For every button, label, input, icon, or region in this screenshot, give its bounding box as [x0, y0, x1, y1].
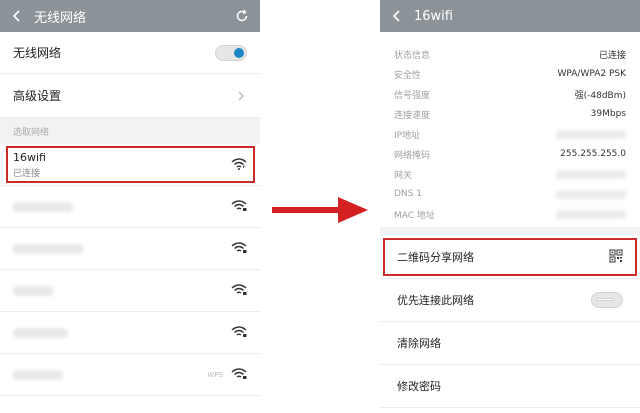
- wps-badge: WPS: [207, 370, 223, 379]
- detail-row: 信号强度 强(-48dBm): [380, 84, 640, 104]
- connected-network-highlight: [6, 146, 255, 183]
- priority-connect-label: 优先连接此网络: [397, 294, 474, 307]
- detail-row: IP地址: [380, 124, 640, 144]
- detail-key: 信号强度: [394, 90, 431, 101]
- qr-share-highlight: [383, 238, 637, 276]
- toggle-knob: [234, 47, 244, 58]
- wifi-toggle[interactable]: [215, 44, 247, 61]
- detail-value-blurred: [556, 129, 626, 139]
- detail-key: 网络掩码: [394, 150, 431, 161]
- wifi-toggle-row[interactable]: 无线网络: [0, 32, 260, 74]
- detail-value-blurred: [556, 169, 626, 179]
- network-item-hidden-5[interactable]: WPS: [0, 354, 260, 396]
- wifi-list-header: 无线网络: [0, 0, 260, 32]
- wifi-lock-icon: [231, 323, 247, 342]
- back-icon[interactable]: [10, 9, 24, 23]
- wifi-toggle-label: 无线网络: [13, 46, 62, 60]
- network-ssid-blurred: [13, 327, 68, 338]
- detail-value: WPA/WPA2 PSK: [557, 69, 626, 79]
- detail-key: MAC 地址: [394, 210, 435, 221]
- priority-connect-row[interactable]: 优先连接此网络: [380, 279, 640, 322]
- detail-key: 连接速度: [394, 110, 431, 121]
- arrow-right-icon: [272, 197, 368, 223]
- detail-key: 状态信息: [394, 50, 431, 61]
- detail-value: 已连接: [598, 50, 626, 61]
- network-item-hidden-1[interactable]: [0, 186, 260, 228]
- refresh-icon[interactable]: [234, 8, 250, 24]
- page-title: 无线网络: [34, 10, 87, 26]
- forget-network-row[interactable]: 清除网络: [380, 322, 640, 365]
- detail-value-blurred: [556, 209, 626, 219]
- detail-value: 255.255.255.0: [560, 149, 626, 159]
- network-ssid-blurred: [13, 201, 73, 212]
- advanced-settings-row[interactable]: 高级设置: [0, 74, 260, 118]
- detail-value: 强(-48dBm): [574, 90, 626, 101]
- wifi-list-screen: 无线网络 无线网络 高级设置 选取网络 16wifi 已连接 WPS: [0, 0, 260, 413]
- priority-toggle[interactable]: [591, 292, 623, 308]
- advanced-settings-label: 高级设置: [13, 89, 62, 103]
- network-ssid-blurred: [13, 369, 63, 380]
- section-header: 选取网络: [0, 118, 260, 144]
- detail-row: DNS 1: [380, 184, 640, 204]
- wifi-lock-icon: [231, 365, 247, 384]
- wifi-lock-icon: [231, 281, 247, 300]
- network-ssid-blurred: [13, 285, 53, 296]
- network-item-hidden-3[interactable]: [0, 270, 260, 312]
- wifi-lock-icon: [231, 239, 247, 258]
- detail-key: DNS 1: [394, 189, 422, 199]
- network-item-hidden-4[interactable]: [0, 312, 260, 354]
- detail-row: 状态信息 已连接: [380, 44, 640, 64]
- change-password-label: 修改密码: [397, 380, 441, 393]
- back-icon[interactable]: [390, 9, 404, 23]
- toggle-knob: [596, 298, 614, 301]
- section-divider: [380, 227, 640, 236]
- detail-row: 连接速度 39Mbps: [380, 104, 640, 124]
- wifi-lock-icon: [231, 197, 247, 216]
- chevron-right-icon: [237, 91, 247, 101]
- detail-value-blurred: [556, 189, 626, 199]
- change-password-row[interactable]: 修改密码: [380, 365, 640, 408]
- network-item-hidden-2[interactable]: [0, 228, 260, 270]
- network-detail-header: 16wifi: [380, 0, 640, 32]
- detail-row: 网关: [380, 164, 640, 184]
- page-title: 16wifi: [414, 8, 453, 24]
- detail-row: MAC 地址: [380, 204, 640, 224]
- detail-key: 安全性: [394, 70, 422, 81]
- detail-key: IP地址: [394, 130, 421, 141]
- network-ssid-blurred: [13, 243, 83, 254]
- forget-network-label: 清除网络: [397, 337, 441, 350]
- section-label: 选取网络: [13, 127, 50, 138]
- detail-row: 安全性 WPA/WPA2 PSK: [380, 64, 640, 84]
- network-detail-screen: 16wifi 状态信息 已连接 安全性 WPA/WPA2 PSK 信号强度 强(…: [380, 0, 640, 413]
- detail-value: 39Mbps: [590, 109, 626, 119]
- detail-key: 网关: [394, 170, 413, 181]
- detail-row: 网络掩码 255.255.255.0: [380, 144, 640, 164]
